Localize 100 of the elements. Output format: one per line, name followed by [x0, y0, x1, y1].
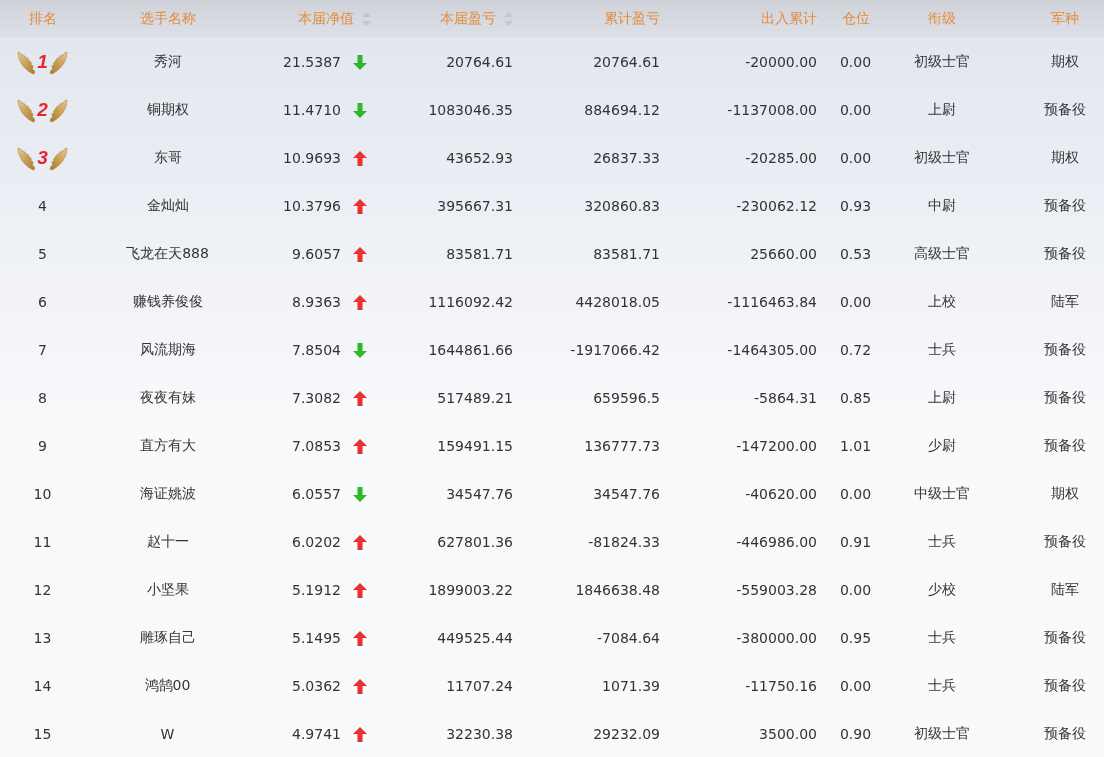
cash-flow-cell-text: -1116463.84 [726, 294, 818, 310]
position-cell-text: 0.53 [838, 246, 873, 262]
cash-flow-cell-text: -11750.16 [744, 678, 818, 694]
grade-cell-text: 士兵 [927, 629, 957, 647]
branch-cell-text: 陆军 [1050, 293, 1080, 311]
grade-cell-text: 初级士官 [913, 149, 971, 167]
column-header: 仓位 [841, 10, 870, 28]
profit-cell-text: 1083046.35 [427, 102, 514, 118]
grade-cell-text: 上尉 [927, 389, 957, 407]
total-profit-cell-text: 29232.09 [592, 726, 661, 742]
position-cell-text: 0.00 [838, 294, 873, 310]
column-header: 选手名称 [139, 10, 196, 28]
cash-flow-cell-text: -147200.00 [735, 438, 818, 454]
rank-cell-text: 6 [37, 294, 48, 310]
grade-cell-text: 士兵 [927, 677, 957, 695]
rank-medal: 3 [0, 145, 85, 171]
grade-cell-text: 初级士官 [913, 53, 971, 71]
net-value-cell-text: 4.9741 [291, 726, 342, 742]
branch-cell-text: 预备役 [1043, 725, 1087, 743]
position-cell-text: 1.01 [838, 438, 873, 454]
branch-cell-text: 预备役 [1043, 533, 1087, 551]
total-profit-cell-text: 34547.76 [592, 486, 661, 502]
branch-cell-text: 期权 [1050, 485, 1080, 503]
branch-cell-text: 预备役 [1043, 197, 1087, 215]
rank-cell-text: 9 [37, 438, 48, 454]
cash-flow-cell-text: 25660.00 [749, 246, 818, 262]
cash-flow-cell-text: -1137008.00 [726, 102, 818, 118]
grade-cell-text: 少校 [927, 581, 957, 599]
player-name: 秀河 [152, 53, 183, 71]
branch-cell-text: 预备役 [1043, 629, 1087, 647]
net-value-cell-text: 10.9693 [282, 150, 342, 166]
column-header[interactable]: 本届净值 [298, 10, 354, 28]
player-name: 鸿鹄00 [143, 677, 192, 695]
column-header: 军种 [1051, 10, 1079, 28]
position-cell-text: 0.00 [838, 582, 873, 598]
profit-cell-text: 627801.36 [436, 534, 514, 550]
total-profit-cell-text: -1917066.42 [569, 342, 661, 358]
cash-flow-cell-text: 3500.00 [758, 726, 818, 742]
profit-cell-text: 83581.71 [445, 246, 514, 262]
profit-cell-text: 1116092.42 [427, 294, 514, 310]
player-name: 铜期权 [145, 101, 190, 119]
total-profit-cell-text: 4428018.05 [574, 294, 661, 310]
total-profit-cell-text: 1071.39 [601, 678, 661, 694]
net-value-cell-text: 7.8504 [291, 342, 342, 358]
rank-cell-text: 15 [32, 726, 53, 742]
player-name: 飞龙在天888 [125, 245, 210, 263]
total-profit-cell-text: 884694.12 [583, 102, 661, 118]
grade-cell-text: 中尉 [927, 197, 957, 215]
player-name: 赚钱养俊俊 [131, 293, 204, 311]
profit-cell-text: 1644861.66 [427, 342, 514, 358]
column-header: 出入累计 [761, 10, 817, 28]
cash-flow-cell-text: -1464305.00 [726, 342, 818, 358]
net-value-cell-text: 6.0202 [291, 534, 342, 550]
wing-icon [17, 49, 37, 75]
rank-cell-text: 12 [32, 582, 53, 598]
cash-flow-cell-text: -446986.00 [735, 534, 818, 550]
rank-cell-text: 4 [37, 198, 48, 214]
branch-cell-text: 预备役 [1043, 437, 1087, 455]
player-name: W [159, 726, 176, 742]
profit-cell-text: 20764.61 [445, 54, 514, 70]
total-profit-cell-text: 136777.73 [583, 438, 661, 454]
position-cell-text: 0.90 [838, 726, 873, 742]
net-value-cell-text: 10.3796 [282, 198, 342, 214]
cash-flow-cell-text: -20285.00 [744, 150, 818, 166]
rank-cell-text: 13 [32, 630, 53, 646]
net-value-cell-text: 11.4710 [282, 102, 342, 118]
total-profit-cell-text: 83581.71 [592, 246, 661, 262]
rank-medal: 2 [0, 97, 85, 123]
grade-cell-text: 高级士官 [913, 245, 971, 263]
wing-icon [48, 97, 68, 123]
cash-flow-cell-text: -5864.31 [753, 390, 818, 406]
rank-cell-text: 8 [37, 390, 48, 406]
net-value-cell-text: 7.0853 [291, 438, 342, 454]
cash-flow-cell-text: -20000.00 [744, 54, 818, 70]
grade-cell-text: 初级士官 [913, 725, 971, 743]
net-value-cell-text: 21.5387 [282, 54, 342, 70]
branch-cell-text: 期权 [1050, 149, 1080, 167]
total-profit-cell-text: 26837.33 [592, 150, 661, 166]
cash-flow-cell-text: -230062.12 [735, 198, 818, 214]
player-name: 雕琢自己 [138, 629, 197, 647]
total-profit-cell-text: 1846638.48 [574, 582, 661, 598]
net-value-cell-text: 8.9363 [291, 294, 342, 310]
total-profit-cell-text: 320860.83 [583, 198, 661, 214]
player-name: 海证姚波 [138, 485, 197, 503]
rank-cell-text: 7 [37, 342, 48, 358]
profit-cell-text: 34547.76 [445, 486, 514, 502]
total-profit-cell-text: -81824.33 [587, 534, 661, 550]
player-name: 风流期海 [138, 341, 197, 359]
wing-icon [17, 97, 37, 123]
column-header[interactable]: 本届盈亏 [440, 10, 496, 28]
grade-cell-text: 士兵 [927, 341, 957, 359]
net-value-cell-text: 7.3082 [291, 390, 342, 406]
player-name: 赵十一 [145, 533, 190, 551]
rank-cell-text: 10 [32, 486, 53, 502]
profit-cell-text: 449525.44 [436, 630, 514, 646]
position-cell-text: 0.00 [838, 150, 873, 166]
cash-flow-cell-text: -40620.00 [744, 486, 818, 502]
cash-flow-cell-text: -380000.00 [735, 630, 818, 646]
column-header: 累计盈亏 [604, 10, 660, 28]
grade-cell-text: 上尉 [927, 101, 957, 119]
